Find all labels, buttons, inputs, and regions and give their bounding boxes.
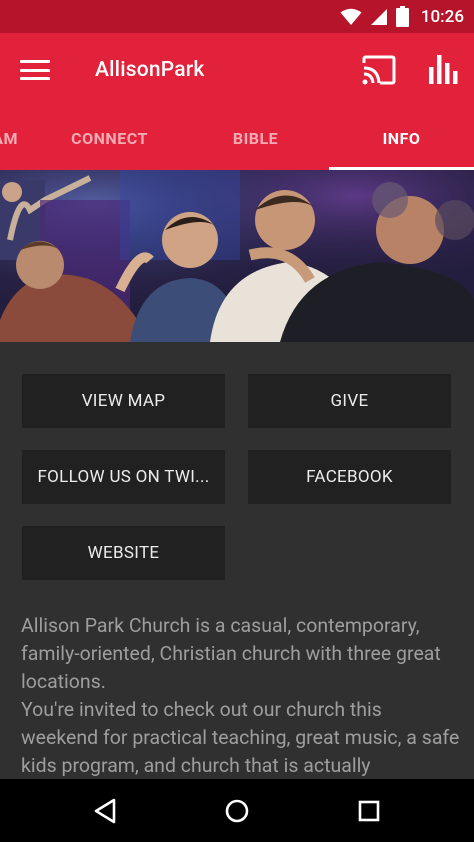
menu-icon[interactable] (20, 56, 50, 84)
tab-connect[interactable]: CONNECT (37, 107, 182, 170)
app-title: AllisonPark (95, 58, 205, 82)
website-button[interactable]: WEBSITE (22, 526, 225, 580)
tab-bar: AM CONNECT BIBLE INFO (0, 107, 474, 170)
status-bar: 10:26 (0, 0, 474, 33)
system-nav-bar (0, 779, 474, 842)
info-content: VIEW MAP GIVE FOLLOW US ON TWI... FACEBO… (0, 342, 474, 779)
wifi-icon (340, 8, 362, 25)
status-time: 10:26 (420, 6, 464, 27)
battery-icon (395, 6, 409, 27)
view-map-button[interactable]: VIEW MAP (22, 374, 225, 428)
back-icon[interactable] (88, 795, 122, 827)
tab-bible[interactable]: BIBLE (183, 107, 328, 170)
tab-am[interactable]: AM (0, 107, 18, 170)
church-description: Allison Park Church is a casual, contemp… (21, 612, 461, 779)
status-icons: 10:26 (340, 0, 464, 33)
description-paragraph-2: You're invited to check out our church t… (21, 698, 460, 777)
follow-twitter-button[interactable]: FOLLOW US ON TWI... (22, 450, 225, 504)
cast-icon[interactable] (362, 55, 396, 85)
description-paragraph-1: Allison Park Church is a casual, contemp… (21, 614, 441, 693)
give-button[interactable]: GIVE (248, 374, 451, 428)
worship-photo (0, 170, 474, 342)
facebook-button[interactable]: FACEBOOK (248, 450, 451, 504)
recents-icon[interactable] (352, 795, 386, 827)
app-bar: AllisonPark (0, 33, 474, 107)
cell-signal-icon (370, 8, 387, 25)
hero-image (0, 170, 474, 342)
bar-chart-icon[interactable] (428, 53, 458, 85)
home-icon[interactable] (220, 795, 254, 827)
tab-info[interactable]: INFO (329, 107, 474, 170)
